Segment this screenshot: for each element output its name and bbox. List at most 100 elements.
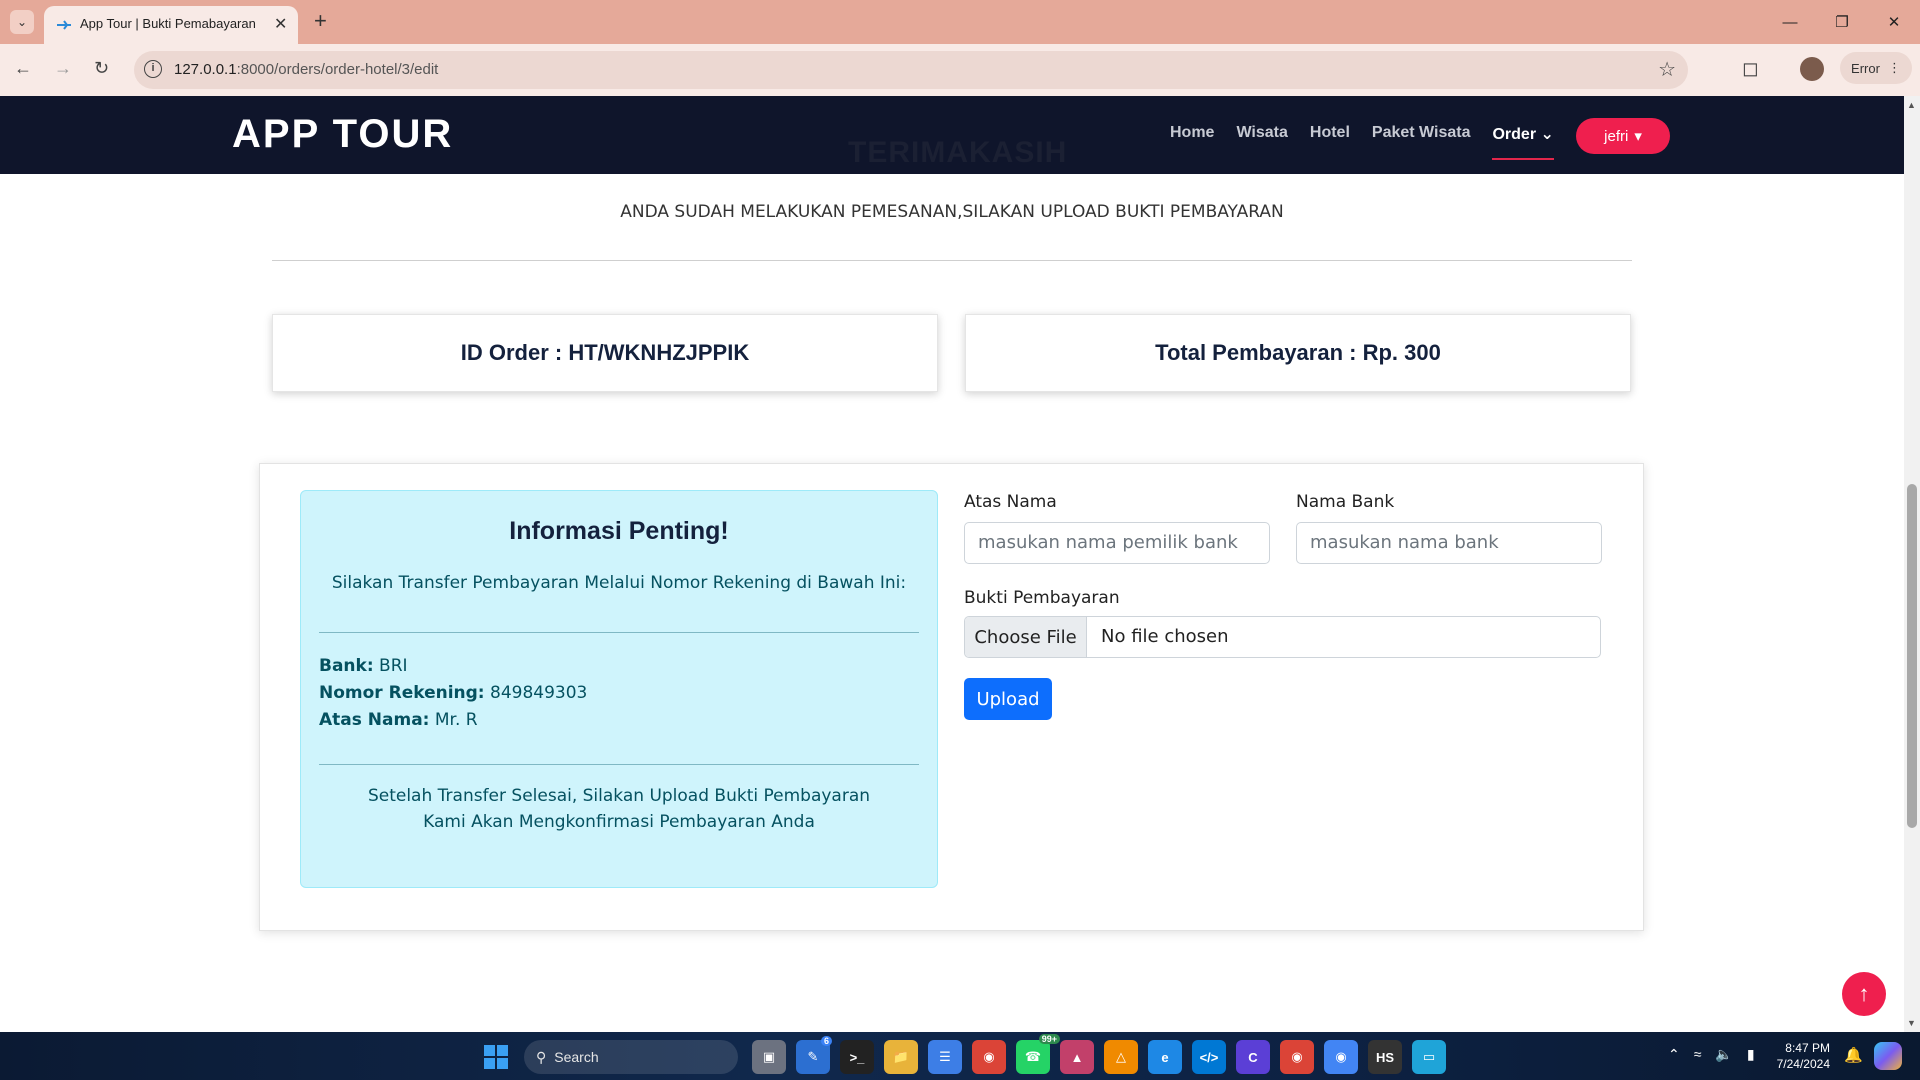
arrow-up-icon: ↑: [1858, 981, 1870, 1006]
bookmark-star-icon[interactable]: ☆: [1658, 57, 1676, 82]
profile-avatar[interactable]: [1800, 57, 1824, 81]
clock-time: 8:47 PM: [1785, 1041, 1830, 1055]
site-favicon-icon: [57, 20, 71, 30]
game-app-icon[interactable]: ▲: [1060, 1040, 1094, 1074]
important-info-box: Informasi Penting! Silakan Transfer Pemb…: [300, 490, 938, 888]
order-notice: ANDA SUDAH MELAKUKAN PEMESANAN,SILAKAN U…: [620, 202, 1284, 222]
windows-taskbar: ⚲ Search ▣ ✎ 6 >_ 📁 ☰ ◉ ☎ 99+ ▲ △ e </> C ◉…: [0, 1032, 1920, 1080]
file-explorer-icon[interactable]: 📁: [884, 1040, 918, 1074]
brand-logo[interactable]: APP TOUR: [232, 112, 453, 157]
taskbar-search[interactable]: ⚲ Search: [524, 1040, 738, 1074]
account-name-line: Atas Nama: Mr. R: [319, 710, 478, 730]
thanks-heading: TERIMAKASIH: [848, 136, 1068, 169]
vlc-icon[interactable]: △: [1104, 1040, 1138, 1074]
bank-line: Bank: BRI: [319, 656, 408, 676]
close-window-icon[interactable]: ✕: [1868, 0, 1920, 44]
reload-icon[interactable]: ↻: [94, 58, 109, 79]
tray-chevron-icon[interactable]: ⌃: [1668, 1046, 1680, 1063]
bank-name-input[interactable]: masukan nama bank: [1296, 522, 1602, 564]
window-controls: — ❐ ✕: [1764, 0, 1920, 44]
payment-panel: Informasi Penting! Silakan Transfer Pemb…: [259, 463, 1644, 931]
choose-file-button[interactable]: Choose File: [965, 617, 1087, 657]
minimize-icon[interactable]: —: [1764, 0, 1816, 44]
info-subtitle: Silakan Transfer Pembayaran Melalui Nomo…: [331, 573, 907, 593]
copilot-icon[interactable]: [1874, 1042, 1902, 1070]
notepad-icon[interactable]: ☰: [928, 1040, 962, 1074]
account-name-label: Atas Nama: [964, 492, 1057, 512]
restore-icon[interactable]: ❐: [1816, 0, 1868, 44]
scroll-up-icon[interactable]: ▲: [1907, 100, 1916, 110]
edge-icon[interactable]: e: [1148, 1040, 1182, 1074]
site-navbar: TERIMAKASIH APP TOUR Home Wisata Hotel P…: [0, 96, 1904, 174]
scroll-thumb[interactable]: [1907, 484, 1917, 828]
menu-item-wisata[interactable]: Wisata: [1236, 124, 1287, 160]
upload-button[interactable]: Upload: [964, 678, 1052, 720]
kebab-menu-icon: ⋮: [1887, 60, 1901, 75]
chrome-icon[interactable]: ◉: [972, 1040, 1006, 1074]
bank-details: Bank: BRI Nomor Rekening: 849849303 Atas…: [319, 653, 587, 734]
main-menu: Home Wisata Hotel Paket Wisata Order ⌄: [1170, 124, 1576, 160]
file-name-text: No file chosen: [1101, 626, 1229, 647]
payment-proof-file-input[interactable]: Choose File No file chosen: [964, 616, 1601, 658]
notification-badge: 6: [820, 1036, 832, 1046]
menu-item-home[interactable]: Home: [1170, 124, 1214, 160]
tools-app-icon[interactable]: ✎ 6: [796, 1036, 832, 1074]
remote-app-icon[interactable]: ▭: [1412, 1040, 1446, 1074]
info-footer: Setelah Transfer Selesai, Silakan Upload…: [367, 786, 871, 832]
page-viewport: TERIMAKASIH APP TOUR Home Wisata Hotel P…: [0, 96, 1920, 1032]
total-payment-text: Total Pembayaran : Rp. 300: [1155, 340, 1441, 365]
taskbar-clock[interactable]: 8:47 PM 7/24/2024: [1770, 1040, 1830, 1072]
browser-tabbar: ⌄ App Tour | Bukti Pemabayaran ✕ + — ❐ ✕: [0, 0, 1920, 44]
account-name-input[interactable]: masukan nama pemilik bank: [964, 522, 1270, 564]
tab-title: App Tour | Bukti Pemabayaran: [80, 16, 256, 31]
profile-error-button[interactable]: Error ⋮: [1840, 52, 1912, 84]
vscode-icon[interactable]: </>: [1192, 1040, 1226, 1074]
scroll-down-icon[interactable]: ▼: [1907, 1018, 1916, 1028]
total-payment-card: Total Pembayaran : Rp. 300: [965, 314, 1631, 392]
caret-down-icon: ▾: [1634, 128, 1642, 145]
hs-app-icon[interactable]: HS: [1368, 1040, 1402, 1074]
back-to-top-button[interactable]: ↑: [1842, 972, 1886, 1016]
notification-bell-icon[interactable]: 🔔: [1844, 1046, 1863, 1064]
taskbar-apps: ▣ ✎ 6 >_ 📁 ☰ ◉ ☎ 99+ ▲ △ e </> C ◉ ◉ HS ▭: [752, 1034, 1446, 1074]
wifi-icon[interactable]: ≈: [1694, 1046, 1702, 1063]
info-divider: [319, 632, 919, 633]
forward-icon[interactable]: →: [54, 58, 72, 79]
chrome-profile-icon[interactable]: ◉: [1280, 1040, 1314, 1074]
browser-tab[interactable]: App Tour | Bukti Pemabayaran ✕: [44, 6, 298, 44]
user-dropdown-button[interactable]: jefri ▾: [1576, 118, 1670, 154]
site-info-icon[interactable]: i: [144, 60, 162, 78]
menu-item-order[interactable]: Order ⌄: [1492, 124, 1554, 160]
browser-toolbar: ← → ↻ i 127.0.0.1:8000/orders/order-hote…: [0, 44, 1920, 96]
page-scrollbar[interactable]: ▲ ▼: [1904, 96, 1920, 1032]
info-title: Informasi Penting!: [509, 517, 729, 545]
order-id-text: ID Order : HT/WKNHZJPPIK: [460, 340, 750, 365]
start-button[interactable]: [484, 1045, 508, 1069]
chrome-alt-icon[interactable]: ◉: [1324, 1040, 1358, 1074]
payment-proof-label: Bukti Pembayaran: [964, 588, 1120, 608]
canva-icon[interactable]: C: [1236, 1040, 1270, 1074]
chevron-down-icon: ⌄: [1540, 126, 1554, 143]
info-divider: [319, 764, 919, 765]
terminal-icon[interactable]: >_: [840, 1040, 874, 1074]
menu-item-paket-wisata[interactable]: Paket Wisata: [1372, 124, 1471, 160]
tab-search-icon[interactable]: ⌄: [10, 10, 34, 34]
extensions-icon[interactable]: ◻: [1742, 56, 1759, 81]
battery-icon[interactable]: ▮: [1747, 1046, 1755, 1063]
url-text: 127.0.0.1:8000/orders/order-hotel/3/edit: [174, 61, 439, 78]
tab-close-icon[interactable]: ✕: [274, 14, 287, 34]
account-number-line: Nomor Rekening: 849849303: [319, 683, 588, 703]
divider: [272, 260, 1632, 261]
whatsapp-badge: 99+: [1038, 1034, 1060, 1044]
volume-icon[interactable]: 🔈: [1715, 1046, 1732, 1063]
menu-item-hotel[interactable]: Hotel: [1310, 124, 1350, 160]
whatsapp-icon[interactable]: ☎ 99+: [1016, 1034, 1060, 1074]
new-tab-icon[interactable]: +: [314, 8, 327, 34]
bank-name-label: Nama Bank: [1296, 492, 1395, 512]
clock-date: 7/24/2024: [1776, 1057, 1830, 1071]
task-view-icon[interactable]: ▣: [752, 1040, 786, 1074]
search-icon: ⚲: [536, 1048, 547, 1065]
back-icon[interactable]: ←: [14, 58, 32, 79]
address-bar[interactable]: i 127.0.0.1:8000/orders/order-hotel/3/ed…: [134, 51, 1688, 89]
system-tray: ⌃ ≈ 🔈 ▮: [1668, 1046, 1755, 1063]
